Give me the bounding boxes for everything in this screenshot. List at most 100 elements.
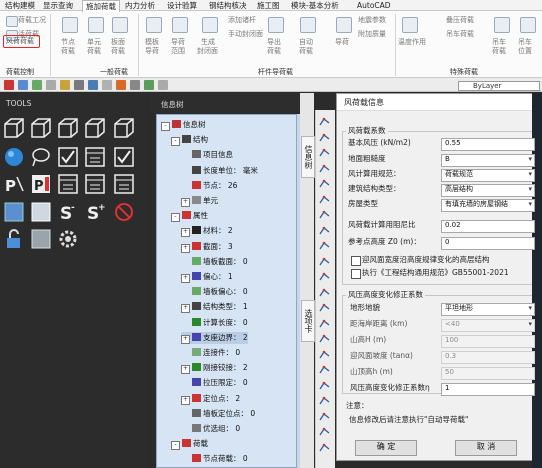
ribbon-mass[interactable]: 附加质量: [358, 30, 386, 39]
menu-item-4[interactable]: 设计验算: [164, 0, 200, 11]
rect-icon[interactable]: [318, 240, 331, 251]
plate-load-icon[interactable]: [112, 17, 128, 33]
wind-load-button[interactable]: 风荷荷载: [3, 35, 40, 48]
point-icon[interactable]: [318, 426, 331, 437]
expand-toggle-icon[interactable]: +: [181, 395, 190, 405]
ribbon-guide-label[interactable]: 导荷: [171, 38, 185, 47]
ribbon-element-label2[interactable]: 荷载: [87, 47, 101, 56]
ribbon-plate-label2[interactable]: 荷载: [111, 47, 125, 56]
tab-options[interactable]: 选项卡: [301, 300, 315, 342]
ribbon-load-case[interactable]: 荷载工况: [18, 16, 46, 25]
tree-node[interactable]: 墙板定位点： 0: [181, 408, 255, 420]
view-icon[interactable]: [88, 80, 98, 90]
tree-node[interactable]: + 偏心： 1: [181, 271, 233, 283]
ribbon-node-label2[interactable]: 荷载: [61, 47, 75, 56]
expand-toggle-icon[interactable]: +: [181, 198, 190, 207]
node-load-icon[interactable]: [62, 17, 78, 33]
auto-load-icon[interactable]: [300, 17, 316, 33]
zoom-icon[interactable]: [60, 80, 70, 90]
wire-cube-icon[interactable]: [113, 117, 135, 139]
tree-node[interactable]: 长度单位： 毫米: [181, 165, 258, 177]
ribbon-template-label2[interactable]: 导荷: [145, 47, 159, 56]
save-icon[interactable]: [32, 80, 42, 90]
field-input[interactable]: 0: [441, 237, 535, 250]
expand-toggle-icon[interactable]: +: [181, 243, 190, 253]
ribbon-guide2-label[interactable]: 导荷: [335, 38, 349, 47]
tree-node[interactable]: 项目信息: [181, 149, 233, 161]
expand-toggle-icon[interactable]: -: [171, 441, 180, 451]
ribbon-crane-pos-label2[interactable]: 位置: [518, 47, 532, 56]
gen-closed-icon[interactable]: [202, 17, 218, 33]
tree-node[interactable]: + 截面： 3: [181, 241, 233, 253]
guide-load-icon[interactable]: [336, 17, 352, 33]
tree-node[interactable]: + 定位点： 2: [181, 393, 240, 405]
tree-node[interactable]: 节点： 26: [181, 180, 237, 192]
expand-toggle-icon[interactable]: +: [181, 228, 190, 238]
ribbon-crane[interactable]: 吊车荷载: [446, 30, 474, 39]
grid-icon[interactable]: [102, 80, 112, 90]
ribbon-temp-label[interactable]: 温度作用: [398, 38, 426, 47]
list-icon[interactable]: [113, 173, 135, 195]
pipe-icon[interactable]: P: [3, 173, 25, 195]
ribbon-template-label[interactable]: 模板: [145, 38, 159, 47]
field-input[interactable]: 0.55: [441, 138, 535, 151]
tile-icon[interactable]: [318, 364, 331, 375]
ribbon-node-label[interactable]: 节点: [61, 38, 75, 47]
field-select[interactable]: 有填充墙的房屋钢结: [441, 199, 535, 212]
tree-node[interactable]: - 属性: [171, 210, 208, 223]
menu-item-8[interactable]: AutoCAD: [354, 0, 394, 11]
panel-p-icon[interactable]: P: [30, 173, 52, 195]
load-case-icon[interactable]: [6, 16, 18, 27]
cube-blue-icon[interactable]: [84, 117, 106, 139]
donut-icon[interactable]: [318, 287, 331, 298]
ribbon-gen-label[interactable]: 生成: [201, 38, 215, 47]
gear-icon[interactable]: [57, 228, 79, 250]
ribbon-auto-label2[interactable]: 荷载: [299, 47, 313, 56]
box-outline-icon[interactable]: [57, 117, 79, 139]
menu-item-0[interactable]: 结构建模: [2, 0, 38, 11]
ribbon-crane-label[interactable]: 吊车: [492, 38, 506, 47]
menu-item-1[interactable]: 显示查询: [40, 0, 76, 11]
ribbon-export-label2[interactable]: 荷载: [267, 47, 281, 56]
document-icon[interactable]: [84, 146, 106, 168]
s-plus-icon[interactable]: S +: [84, 201, 106, 224]
ribbon-crane-label2[interactable]: 荷载: [492, 47, 506, 56]
tree-node[interactable]: + 材料： 2: [181, 225, 233, 238]
table-icon[interactable]: [318, 318, 331, 329]
hatch-icon[interactable]: [318, 442, 331, 453]
cube-icon[interactable]: [30, 117, 52, 139]
open-icon[interactable]: [18, 80, 28, 90]
hexagon-icon[interactable]: [318, 163, 331, 174]
block-icon[interactable]: [318, 380, 331, 391]
line-icon[interactable]: [318, 116, 331, 127]
tree-node[interactable]: 拉压限定： 0: [181, 377, 248, 389]
ellipse-icon[interactable]: [318, 256, 331, 267]
tree-node[interactable]: 墙板截面： 0: [181, 256, 248, 268]
guide-range-icon[interactable]: [172, 17, 188, 33]
square-outline-icon[interactable]: [30, 201, 52, 223]
sphere-icon[interactable]: [3, 146, 25, 168]
insert-icon[interactable]: [318, 349, 331, 360]
temperature-icon[interactable]: [402, 17, 418, 33]
template-icon[interactable]: [146, 17, 162, 33]
arc-icon[interactable]: [318, 194, 331, 205]
render-icon[interactable]: [144, 80, 154, 90]
s-minus-icon[interactable]: S-: [57, 201, 79, 224]
ribbon-element-label[interactable]: 单元: [87, 38, 101, 47]
lasso-icon[interactable]: [30, 146, 52, 168]
box-icon[interactable]: [3, 117, 25, 139]
layer-select[interactable]: ByLayer: [458, 81, 540, 91]
ribbon-export-label[interactable]: 导出: [267, 38, 281, 47]
field-select[interactable]: 高层结构: [441, 184, 535, 197]
cancel-button[interactable]: 取 消: [455, 440, 517, 456]
expand-toggle-icon[interactable]: +: [181, 365, 190, 375]
tree-node[interactable]: + 支座边界： 2: [181, 331, 248, 344]
ribbon-manual-closed[interactable]: 手动封闭面: [228, 30, 263, 39]
dimension-icon[interactable]: [84, 173, 106, 195]
circle-icon[interactable]: [318, 178, 331, 189]
ribbon-auto-label[interactable]: 自动: [299, 38, 313, 47]
window-icon[interactable]: [57, 173, 79, 195]
image-icon[interactable]: [318, 395, 331, 406]
ribbon-plate-label[interactable]: 板面: [111, 38, 125, 47]
crane-position-icon[interactable]: [520, 17, 536, 33]
